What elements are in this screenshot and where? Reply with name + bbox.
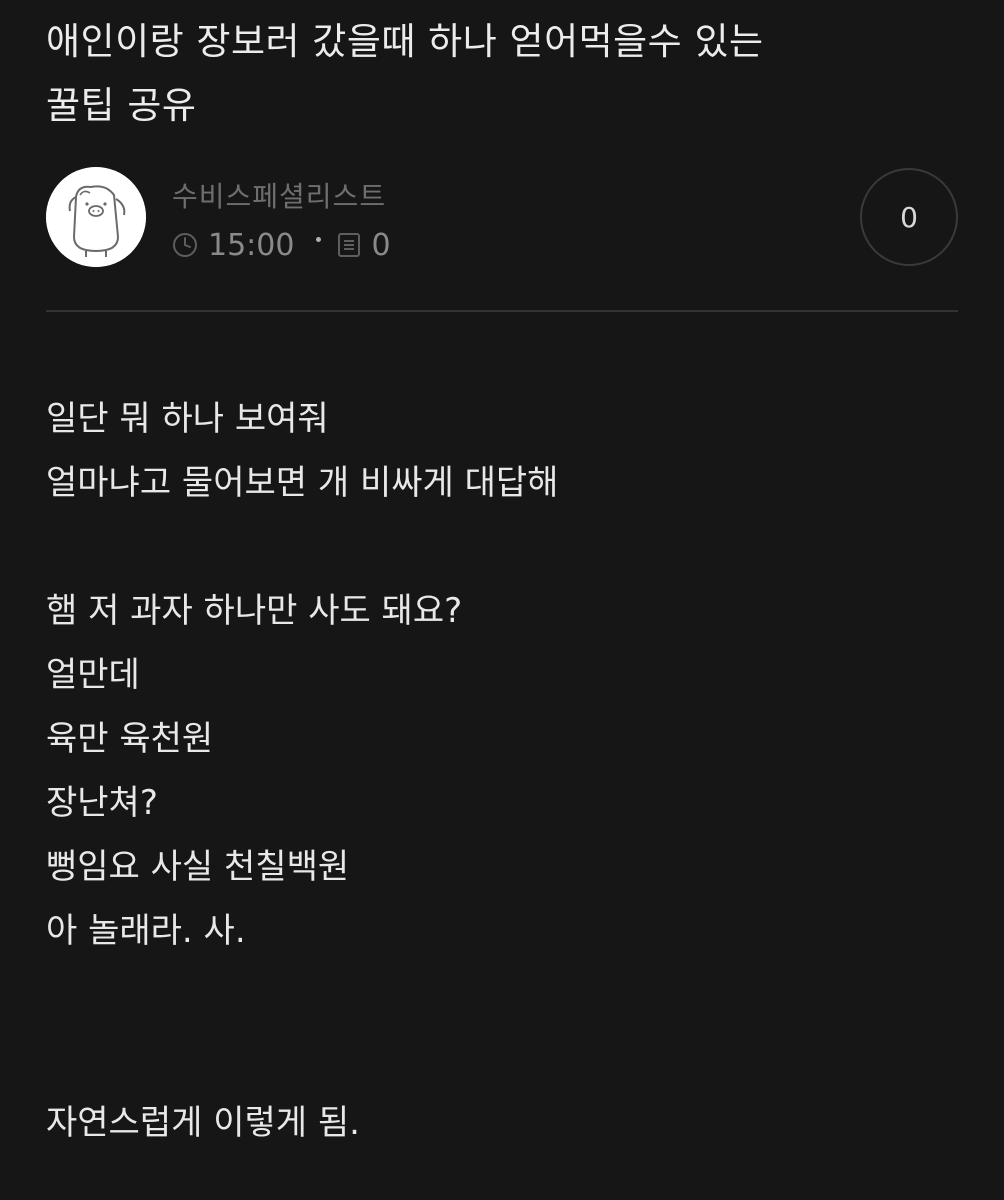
post-meta: 15:00 0 [172, 225, 391, 265]
body-line: 자연스럽게 이렇게 됨. [46, 1103, 360, 1143]
divider [46, 310, 958, 312]
post-body: 일단 뭐 하나 보여줘 얼마냐고 물어보면 개 비싸게 대답해 햄 저 과자 하… [46, 387, 958, 1155]
post-time: 15:00 [208, 227, 295, 263]
body-line: 햄 저 과자 하나만 사도 돼요? [46, 591, 463, 631]
body-line: 육만 육천원 [46, 719, 214, 759]
body-line: 얼마냐고 물어보면 개 비싸게 대답해 [46, 463, 559, 503]
pig-character-icon [46, 167, 146, 267]
body-line: 뻥임요 사실 천칠백원 [46, 847, 350, 887]
separator-dot [316, 236, 322, 242]
body-line: 아 놀래라. 사. [46, 911, 246, 951]
comment-count: 0 [371, 227, 391, 263]
post-title: 애인이랑 장보러 갔을때 하나 얻어먹을수 있는 꿀팁 공유 [46, 10, 946, 138]
body-line: 장난쳐? [46, 783, 158, 823]
post-title-line-1: 애인이랑 장보러 갔을때 하나 얻어먹을수 있는 [46, 20, 764, 63]
like-button[interactable]: 0 [860, 168, 958, 266]
like-count: 0 [900, 200, 918, 234]
clock-icon [172, 232, 198, 258]
post-title-line-2: 꿀팁 공유 [46, 84, 197, 127]
avatar[interactable] [46, 167, 146, 267]
author-name[interactable]: 수비스페셜리스트 [172, 175, 386, 215]
body-line: 일단 뭐 하나 보여줘 [46, 399, 329, 439]
author-row: 수비스페셜리스트 15:00 0 0 [46, 167, 958, 269]
body-line: 얼만데 [46, 655, 140, 695]
comment-list-icon [337, 232, 361, 258]
